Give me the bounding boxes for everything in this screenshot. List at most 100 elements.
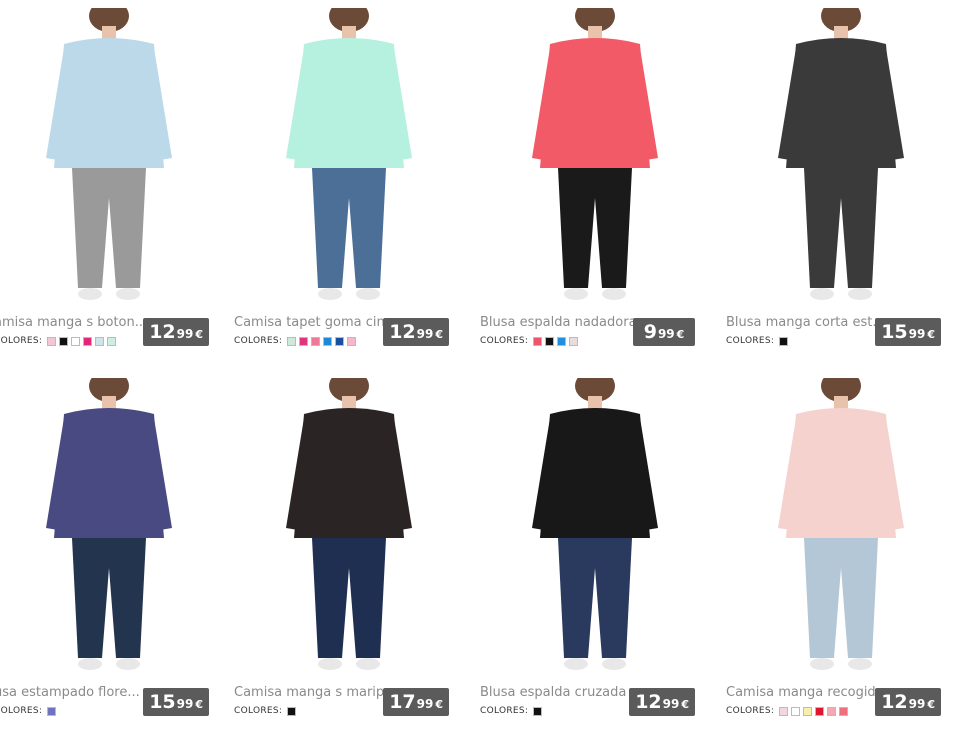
color-swatch[interactable] xyxy=(95,336,105,346)
price-integer: 12 xyxy=(149,321,176,343)
color-swatch[interactable] xyxy=(533,336,543,346)
color-options: COLORES: xyxy=(234,335,357,347)
color-options: COLORES: xyxy=(234,705,297,717)
color-swatch[interactable] xyxy=(827,706,837,716)
price-integer: 15 xyxy=(881,321,908,343)
product-name[interactable]: Blusa espalda cruzada xyxy=(480,685,640,700)
product-card[interactable]: Camisa manga recogid... 12 99 € COLORES: xyxy=(726,378,956,730)
product-photo[interactable] xyxy=(480,8,710,308)
product-name[interactable]: Camisa manga s marip... xyxy=(234,685,394,700)
price-badge: 15 99 € xyxy=(143,688,209,716)
price-decimals: 99 xyxy=(176,327,194,341)
color-swatch[interactable] xyxy=(47,336,57,346)
price-decimals: 99 xyxy=(662,697,680,711)
product-name[interactable]: Blusa espalda nadadora... xyxy=(480,315,640,330)
color-swatch[interactable] xyxy=(557,336,567,346)
color-swatch[interactable] xyxy=(71,336,81,346)
color-swatch[interactable] xyxy=(287,336,297,346)
product-photo[interactable] xyxy=(234,378,464,678)
price-currency: € xyxy=(681,697,689,711)
product-card[interactable]: amisa manga s boton...1299€ COLORES: xyxy=(0,8,224,360)
colors-label: COLORES: xyxy=(480,336,529,346)
model-figure xyxy=(726,8,956,308)
color-swatch[interactable] xyxy=(323,336,333,346)
colors-label: COLORES: xyxy=(0,336,43,346)
price-currency: € xyxy=(435,327,443,341)
product-photo[interactable] xyxy=(480,378,710,678)
product-card[interactable]: Camisa manga s marip... 17 99 € COLORES: xyxy=(234,378,464,730)
color-swatch[interactable] xyxy=(803,706,813,716)
product-photo[interactable] xyxy=(0,378,224,678)
color-swatch[interactable] xyxy=(287,706,297,716)
color-swatch[interactable] xyxy=(311,336,321,346)
color-options: COLORES: xyxy=(726,335,789,347)
price-integer: 12 xyxy=(389,321,416,343)
product-name[interactable]: Blusa manga corta est... xyxy=(726,315,886,330)
price-badge: 12 99 € xyxy=(629,688,695,716)
colors-label: COLORES: xyxy=(234,706,283,716)
price-integer: 12 xyxy=(881,691,908,713)
model-figure xyxy=(480,8,710,308)
colors-label: COLORES: xyxy=(234,336,283,346)
price-currency: € xyxy=(195,327,203,341)
color-options: COLORES: xyxy=(726,705,849,717)
model-figure xyxy=(726,378,956,678)
price-integer: 17 xyxy=(389,691,416,713)
color-options: COLORES: xyxy=(0,705,57,717)
color-swatch[interactable] xyxy=(779,706,789,716)
price-currency: € xyxy=(676,327,685,341)
price-integer: 9 xyxy=(643,321,657,343)
product-name[interactable]: Camisa tapet goma cin... xyxy=(234,315,394,330)
color-swatch[interactable] xyxy=(59,336,69,346)
color-swatch[interactable] xyxy=(299,336,309,346)
price-currency: € xyxy=(195,697,203,711)
color-swatch[interactable] xyxy=(815,706,825,716)
color-swatch[interactable] xyxy=(533,706,543,716)
color-swatch[interactable] xyxy=(107,336,117,346)
price-badge: 15 99 € xyxy=(875,318,941,346)
color-swatch[interactable] xyxy=(569,336,579,346)
color-swatch[interactable] xyxy=(839,706,849,716)
price-integer: 15 xyxy=(149,691,176,713)
color-swatch[interactable] xyxy=(779,336,789,346)
color-swatch[interactable] xyxy=(791,706,801,716)
price-currency: € xyxy=(927,327,935,341)
color-swatch[interactable] xyxy=(545,336,555,346)
product-photo[interactable] xyxy=(0,8,224,308)
model-figure xyxy=(0,378,224,678)
color-options: COLORES: xyxy=(0,335,117,347)
product-photo[interactable] xyxy=(726,8,956,308)
price-badge: 9 99 € xyxy=(633,318,695,346)
product-grid: amisa manga s boton...1299€COLORES: Cami… xyxy=(0,0,975,726)
price-badge: 17 99 € xyxy=(383,688,449,716)
product-photo[interactable] xyxy=(234,8,464,308)
price-currency: € xyxy=(435,697,443,711)
product-card[interactable]: Blusa manga corta est... 15 99 € COLORES: xyxy=(726,8,956,360)
price-decimals: 99 xyxy=(416,697,434,711)
model-figure xyxy=(234,378,464,678)
color-swatch[interactable] xyxy=(83,336,93,346)
color-options: COLORES: xyxy=(480,705,543,717)
color-swatch[interactable] xyxy=(335,336,345,346)
product-name[interactable]: usa estampado flore... xyxy=(0,685,154,700)
price-decimals: 99 xyxy=(416,327,434,341)
model-figure xyxy=(234,8,464,308)
product-name[interactable]: amisa manga s boton... xyxy=(0,315,154,330)
colors-label: COLORES: xyxy=(726,706,775,716)
price-decimals: 99 xyxy=(176,697,194,711)
product-card[interactable]: usa estampado flore...1599€ COLORES: xyxy=(0,378,224,730)
product-card[interactable]: Blusa espalda nadadora... 9 99 € COLORES: xyxy=(480,8,710,360)
product-photo[interactable] xyxy=(726,378,956,678)
color-swatch[interactable] xyxy=(347,336,357,346)
model-figure xyxy=(0,8,224,308)
product-card[interactable]: Camisa tapet goma cin... 12 99 € COLORES: xyxy=(234,8,464,360)
price-currency: € xyxy=(927,697,935,711)
product-card[interactable]: Blusa espalda cruzada 12 99 € COLORES: xyxy=(480,378,710,730)
price-integer: 12 xyxy=(635,691,662,713)
price-badge: 12 99 € xyxy=(383,318,449,346)
colors-label: COLORES: xyxy=(726,336,775,346)
price-decimals: 99 xyxy=(657,327,675,341)
color-swatch[interactable] xyxy=(47,706,57,716)
product-name[interactable]: Camisa manga recogid... xyxy=(726,685,886,700)
model-figure xyxy=(480,378,710,678)
